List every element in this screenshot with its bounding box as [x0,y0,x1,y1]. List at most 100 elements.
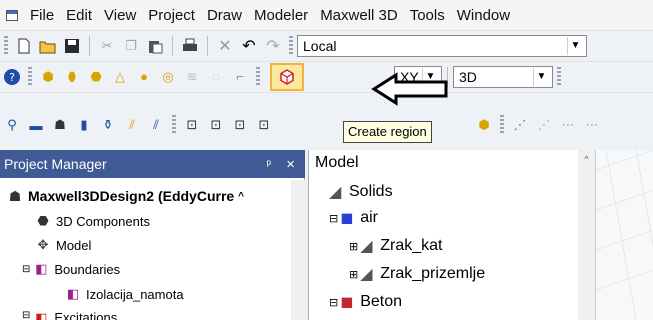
scroll-up-icon[interactable]: ^ [578,150,595,164]
paste-icon[interactable] [145,36,165,56]
boundary-icon: ◧ [66,286,80,301]
tree-item-beton[interactable]: ⊟ ◼ Beton [329,292,402,312]
open-icon[interactable] [38,36,58,56]
movement-mode-combo[interactable]: 3D ▼ [453,65,553,88]
menu-project[interactable]: Project [142,7,201,24]
toolbar-grip[interactable] [289,35,293,56]
toolbar-grip[interactable] [256,66,260,87]
help-icon[interactable]: ? [2,67,22,87]
fit-selection-icon[interactable]: ⊡ [206,115,226,135]
menu-bar: File Edit View Project Draw Modeler Maxw… [0,0,653,30]
measure-distance-icon[interactable]: ⋰ [534,115,554,135]
expand-icon[interactable]: ⊞ [349,268,358,281]
cut-icon[interactable]: ✂ [97,36,117,56]
undo-icon[interactable]: ↶ [239,36,259,56]
tree-item-label: 3D Components [56,213,150,229]
copy-icon[interactable]: ❐ [121,36,141,56]
close-icon[interactable]: × [286,156,295,173]
tree-item-air[interactable]: ⊟ ◼ air [329,208,378,228]
coordinate-system-value: Local [303,37,337,54]
tree-item-3d-components[interactable]: ⬣ 3D Components [34,213,150,229]
expand-icon[interactable]: ⊞ [349,240,358,253]
tree-item-zrak-kat[interactable]: ⊞ ◢ Zrak_kat [349,236,442,256]
chevron-down-icon[interactable]: ▼ [533,67,549,86]
tree-item-izolacija-namota[interactable]: ◧ Izolacija_namota [64,286,184,302]
measure-edge-icon[interactable]: ⋯ [558,115,578,135]
shell-icon[interactable]: ⬢ [474,115,494,135]
draw-cone-icon[interactable]: △ [110,67,130,87]
coordinate-system-combo[interactable]: Local ▼ [297,34,587,57]
tree-design-item[interactable]: ☗ Maxwell3DDesign2 (EddyCurre ^ [6,187,244,205]
draw-spiral-icon[interactable]: ◌ [206,67,226,87]
toolbar-grip[interactable] [557,66,561,87]
components-icon: ⬣ [37,213,49,228]
zoom-out-icon[interactable]: ⊡ [254,115,274,135]
collapse-icon[interactable]: ⊟ [22,310,30,320]
zoom-in-icon[interactable]: ⊡ [230,115,250,135]
collapse-icon[interactable]: ⊟ [22,264,30,275]
menu-maxwell-3d[interactable]: Maxwell 3D [314,7,404,24]
delete-icon[interactable]: ✕ [215,36,235,56]
tree-item-label: Excitations [54,310,118,320]
boolean-split-icon[interactable]: ▮ [74,115,94,135]
menu-file[interactable]: File [24,7,60,24]
material-icon: ◼ [340,294,354,311]
draw-regular-polyhedron-icon[interactable]: ⬣ [86,67,106,87]
svg-text:?: ? [9,71,15,84]
menu-modeler[interactable]: Modeler [248,7,314,24]
new-icon[interactable] [14,36,34,56]
tree-item-zrak-prizemlje[interactable]: ⊞ ◢ Zrak_prizemlje [349,264,485,284]
menu-edit[interactable]: Edit [60,7,98,24]
create-region-icon[interactable] [270,62,304,91]
project-manager-tree: ☗ Maxwell3DDesign2 (EddyCurre ^ ⬣ 3D Com… [0,178,305,320]
design-label: Maxwell3DDesign2 (EddyCurre [28,188,235,204]
measure-icon[interactable]: ⋰ [510,115,530,135]
menu-tools[interactable]: Tools [404,7,451,24]
collapse-icon[interactable]: ⊟ [329,296,338,309]
draw-box-icon[interactable]: ⬢ [38,67,58,87]
3d-view[interactable] [595,149,653,320]
toolbar-grip[interactable] [4,35,8,56]
fit-all-icon[interactable]: ⊡ [182,115,202,135]
movement-mode-value: 3D [459,68,477,85]
collapse-icon[interactable]: ⊟ [329,212,338,225]
draw-toolbar: ? ⬢ ⬮ ⬣ △ ● ◎ ≋ ◌ ⌐ XY ▼ 3D ▼ [0,61,653,91]
tree-item-solids[interactable]: ◢ Solids [329,182,393,202]
tree-item-model[interactable]: ✥ Model [34,237,92,253]
boolean-unite-icon[interactable]: ⚲ [2,115,22,135]
solids-icon: ◢ [329,184,342,201]
boolean-subtract-icon[interactable]: ▬ [26,115,46,135]
draw-bondwire-icon[interactable]: ⌐ [230,67,250,87]
view-grid [595,149,653,320]
toolbar-grip[interactable] [500,115,504,135]
toolbar-grip[interactable] [28,66,32,87]
menu-draw[interactable]: Draw [201,7,248,24]
boolean-intersect-icon[interactable]: ☗ [50,115,70,135]
project-manager-scrollbar[interactable] [291,180,305,320]
tree-item-label: Model [56,237,92,253]
measure-face-icon[interactable]: ⋯ [582,115,602,135]
design-icon: ☗ [8,187,22,204]
tree-root-model[interactable]: Model [315,154,359,172]
tree-item-excitations[interactable]: ⊟ ◧ Excitations [22,310,117,320]
thicken-icon[interactable]: ⫽ [146,115,166,135]
standard-toolbar: ✂ ❐ ✕ ↶ ↷ Local ▼ [0,30,653,60]
draw-helix-icon[interactable]: ≋ [182,67,202,87]
imprint-icon[interactable]: ⚱ [98,115,118,135]
redo-icon[interactable]: ↷ [263,36,283,56]
toolbar-grip[interactable] [172,115,176,135]
menu-window[interactable]: Window [451,7,516,24]
save-icon[interactable] [62,36,82,56]
tree-item-boundaries[interactable]: ⊟ ◧ Boundaries [22,261,120,277]
menu-view[interactable]: View [98,7,142,24]
tree-item-label: Solids [349,183,393,200]
pin-icon[interactable]: ᵖ [266,157,271,171]
print-icon[interactable] [180,36,200,56]
model-tree-scrollbar[interactable]: ^ [578,150,595,320]
chevron-down-icon[interactable]: ▼ [567,36,583,55]
draw-cylinder-icon[interactable]: ⬮ [62,67,82,87]
draw-sphere-icon[interactable]: ● [134,67,154,87]
draw-torus-icon[interactable]: ◎ [158,67,178,87]
sweep-icon[interactable]: ⫽ [122,115,142,135]
tree-item-label: Boundaries [54,261,121,277]
